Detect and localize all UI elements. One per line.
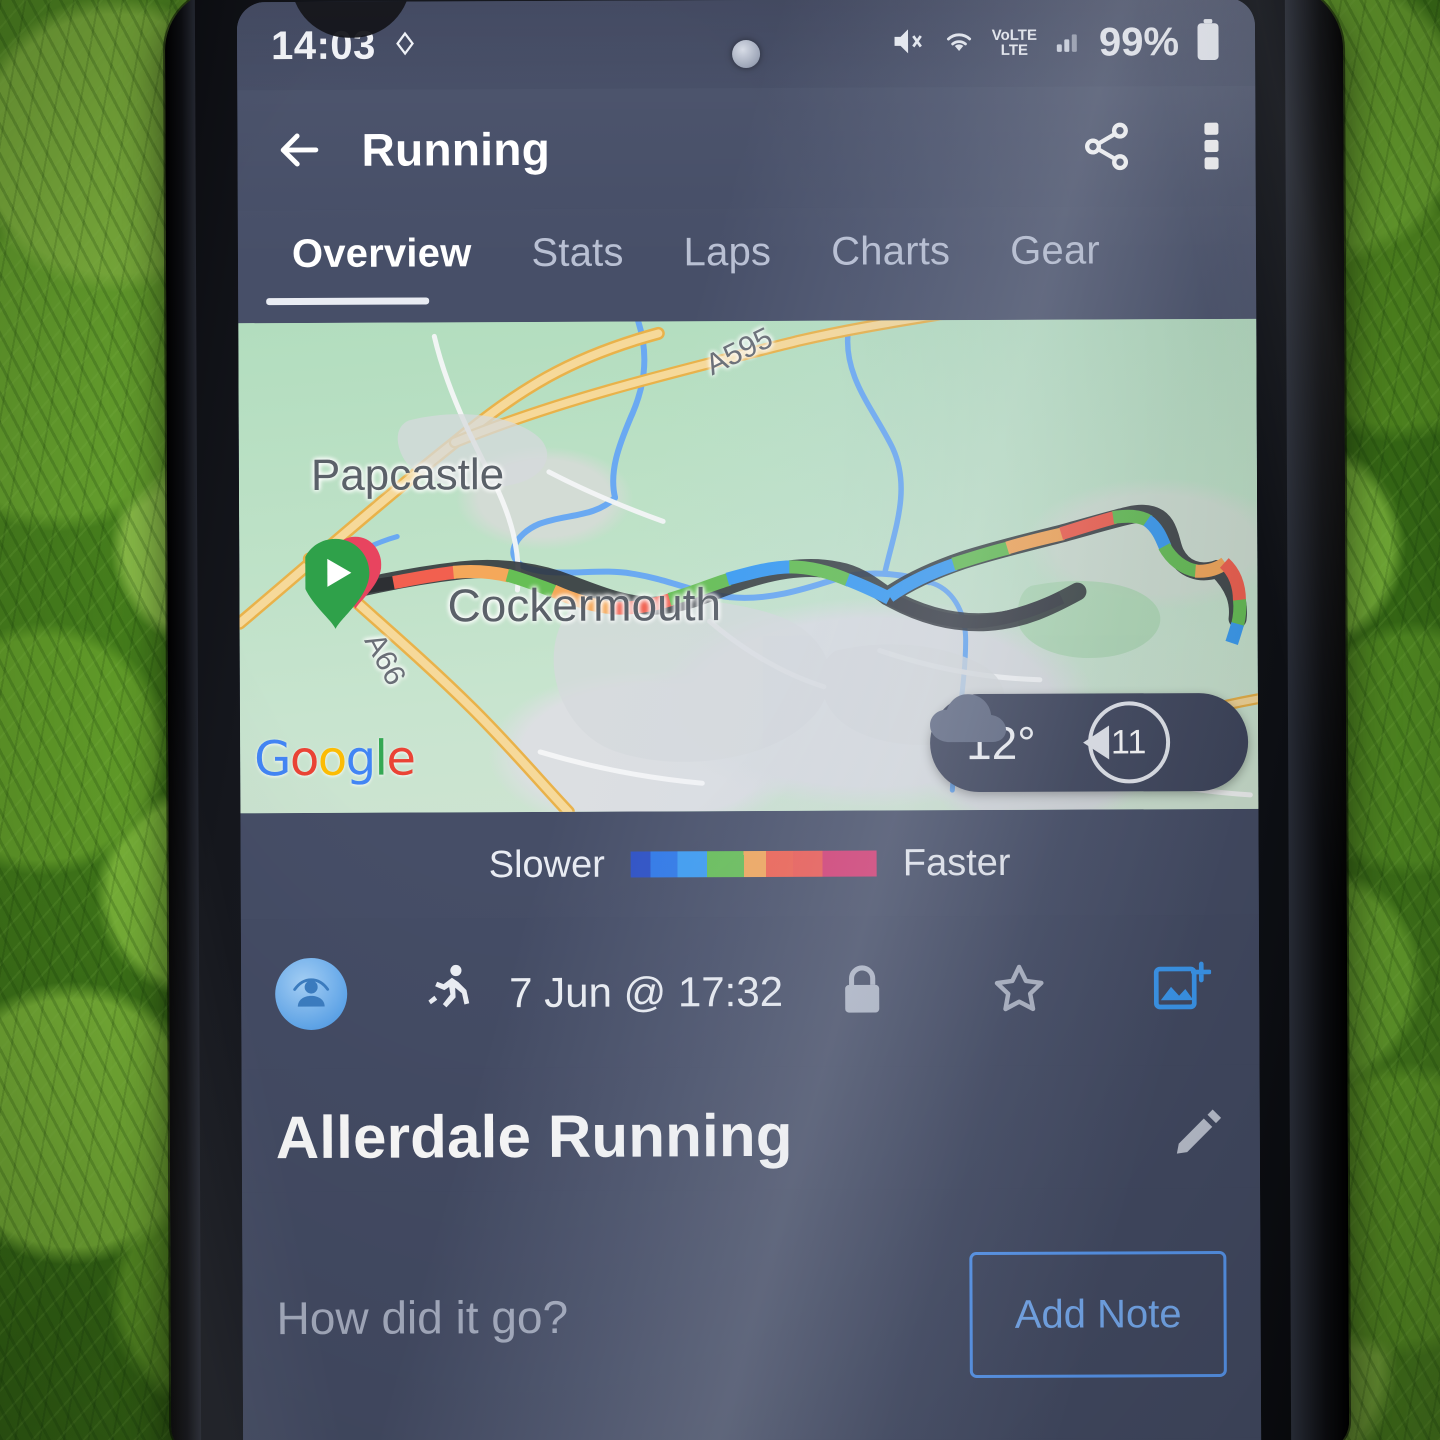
activity-info-row: 7 Jun @ 17:32 — [240, 914, 1260, 1070]
app-bar: Running — [237, 85, 1256, 211]
route-map[interactable]: Papcastle Cockermouth A595 A66 Google 12… — [238, 318, 1259, 814]
pencil-edit-icon[interactable] — [1170, 1103, 1226, 1164]
running-icon — [427, 963, 475, 1024]
wifi-icon — [942, 26, 976, 61]
status-bar: 14:03 VoLTE LTE 99% — [236, 0, 1256, 91]
wind-direction-arrow-icon — [1082, 725, 1109, 760]
tab-stats[interactable]: Stats — [501, 208, 653, 276]
google-logo-letter-6: e — [386, 730, 415, 787]
phone-case-right-edge — [1284, 0, 1350, 1440]
front-camera-punch-hole — [732, 39, 761, 69]
tab-gear[interactable]: Gear — [980, 206, 1130, 274]
google-logo-letter-4: g — [345, 730, 375, 787]
note-placeholder-text: How did it go? — [276, 1290, 569, 1345]
battery-icon — [1195, 18, 1221, 65]
volte-icon: VoLTE LTE — [991, 26, 1037, 59]
activity-datetime: 7 Jun @ 17:32 — [509, 967, 784, 1017]
activity-title-row: Allerdale Running — [241, 1064, 1261, 1193]
legend-slower-label: Slower — [488, 843, 605, 886]
tab-charts[interactable]: Charts — [801, 207, 980, 275]
weather-chip[interactable]: 12° 11 — [929, 692, 1249, 793]
wind-speed-value: 11 — [1110, 722, 1147, 761]
legend-gradient-bar — [630, 850, 877, 878]
signal-icon — [1053, 25, 1083, 60]
google-logo-letter-5: l — [374, 730, 387, 787]
phone-screen: 14:03 VoLTE LTE 99% Running Overview Sta… — [236, 0, 1262, 1440]
app-bar-spacer — [584, 147, 1045, 149]
start-pin-play-icon[interactable] — [305, 535, 382, 631]
wind-indicator: 11 — [1082, 701, 1170, 784]
google-logo-letter-2: o — [289, 730, 318, 788]
activity-action-icons — [839, 959, 1225, 1022]
more-vertical-icon[interactable] — [1201, 118, 1221, 174]
tab-laps[interactable]: Laps — [653, 208, 801, 276]
phone-case-left-edge — [164, 0, 202, 1440]
mute-icon — [890, 23, 926, 64]
battery-percent-label: 99% — [1098, 19, 1180, 65]
share-icon[interactable] — [1079, 119, 1133, 173]
tab-overview[interactable]: Overview — [262, 209, 502, 277]
tab-bar: Overview Stats Laps Charts Gear — [237, 205, 1257, 324]
volte-label-bottom: LTE — [1000, 41, 1029, 59]
add-note-button[interactable]: Add Note — [969, 1250, 1227, 1379]
tab-active-indicator — [266, 297, 430, 306]
star-outline-icon[interactable] — [991, 960, 1047, 1021]
back-arrow-icon[interactable] — [271, 122, 327, 178]
legend-faster-label: Faster — [902, 841, 1011, 884]
activity-note-row: How did it go? Add Note — [242, 1187, 1262, 1440]
phone-device: 14:03 VoLTE LTE 99% Running Overview Sta… — [164, 0, 1350, 1440]
google-logo-letter-3: o — [317, 730, 346, 787]
activity-title: Allerdale Running — [275, 1101, 793, 1172]
volte-label-top: VoLTE — [991, 26, 1037, 44]
add-photo-icon[interactable] — [1153, 960, 1212, 1021]
google-attribution-logo: Google — [254, 730, 415, 787]
page-title: Running — [361, 122, 551, 176]
pace-legend: Slower Faster — [240, 808, 1259, 920]
user-avatar-icon[interactable] — [275, 957, 348, 1031]
cloud-sync-icon — [390, 28, 420, 63]
lock-icon[interactable] — [839, 961, 885, 1022]
google-logo-letter-1: G — [254, 731, 290, 788]
